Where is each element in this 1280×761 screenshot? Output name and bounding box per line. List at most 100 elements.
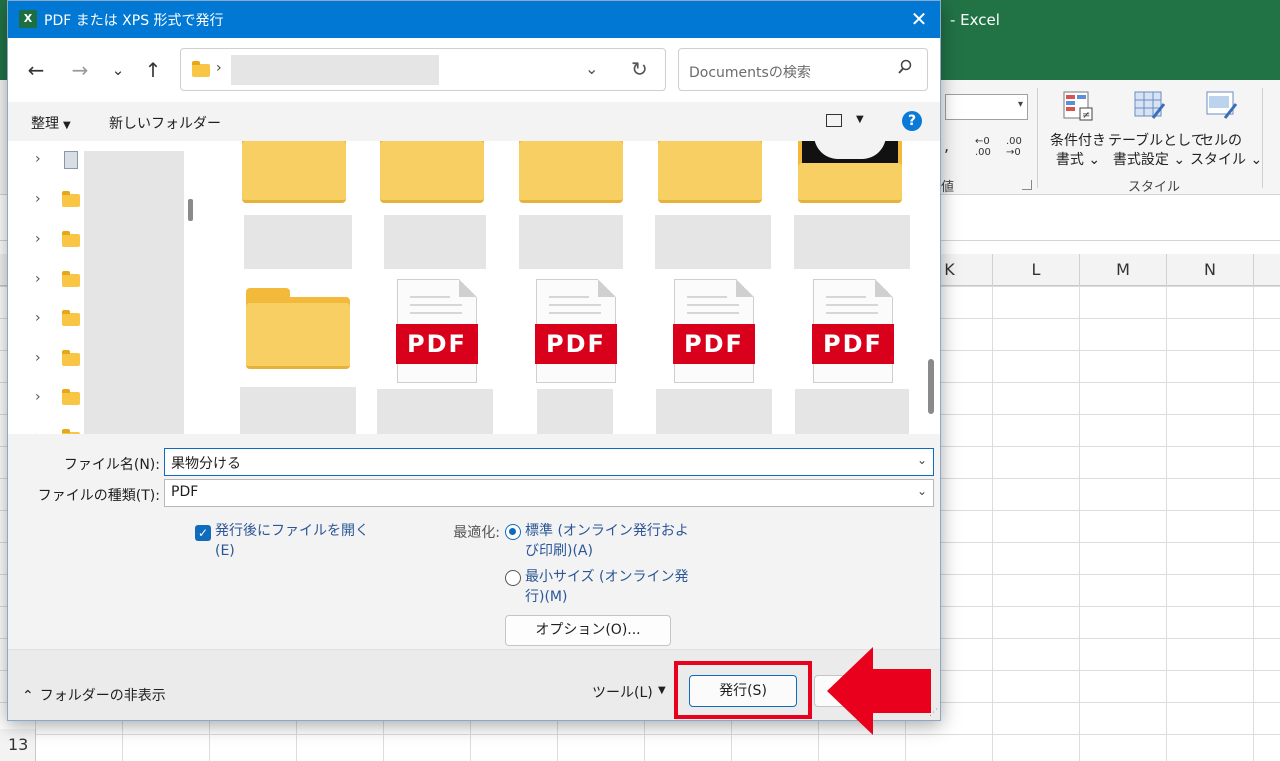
- filetype-select[interactable]: PDF ⌄: [164, 479, 934, 507]
- chevron-up-icon: ⌃: [22, 688, 34, 704]
- file-list-pane[interactable]: W W: [202, 141, 940, 434]
- pdf-file-item[interactable]: PDF: [516, 279, 632, 434]
- expand-chevron-icon[interactable]: ›: [35, 231, 41, 247]
- excel-app-name: - Excel: [950, 11, 1000, 29]
- expand-chevron-icon[interactable]: ›: [35, 271, 41, 287]
- folder-item[interactable]: [648, 141, 771, 271]
- expand-chevron-icon[interactable]: ›: [35, 191, 41, 207]
- tools-menu[interactable]: ツール(L): [592, 682, 653, 702]
- pdf-icon: PDF: [673, 279, 755, 383]
- column-header-n[interactable]: N: [1167, 254, 1254, 286]
- forward-arrow-icon[interactable]: →: [66, 56, 94, 84]
- filename-dropdown-chevron-icon[interactable]: ⌄: [917, 453, 927, 467]
- pdf-label: PDF: [535, 324, 617, 364]
- cell-styles-label-1: セルの: [1200, 133, 1242, 149]
- pdf-label: PDF: [673, 324, 755, 364]
- format-as-table-button[interactable]: テーブルとして 書式設定 ⌄: [1108, 88, 1205, 170]
- text-line: [549, 296, 589, 298]
- text-line: [826, 312, 878, 314]
- pdf-label: PDF: [396, 324, 478, 364]
- document-icon: [64, 151, 78, 169]
- column-header-l[interactable]: L: [993, 254, 1080, 286]
- number-group-launcher-icon[interactable]: [1022, 180, 1032, 190]
- optimize-minimum-label-2[interactable]: 行)(M): [525, 587, 567, 607]
- open-after-publish-label-1[interactable]: 発行後にファイルを開く: [215, 521, 369, 541]
- folder-icon: [62, 231, 80, 247]
- search-icon[interactable]: [897, 59, 913, 75]
- close-icon[interactable]: ✕: [906, 6, 932, 32]
- conditional-formatting-button[interactable]: ≠ 条件付き 書式 ⌄: [1048, 88, 1108, 170]
- conditional-formatting-label-1: 条件付き: [1050, 133, 1106, 149]
- back-arrow-icon[interactable]: ←: [22, 56, 50, 84]
- tree-labels-redacted: [84, 151, 184, 434]
- expand-chevron-icon[interactable]: ›: [35, 389, 41, 405]
- refresh-icon[interactable]: ↻: [631, 57, 648, 81]
- folder-icon: [62, 350, 80, 366]
- navigation-pane[interactable]: › › › › › › › ›: [8, 141, 202, 434]
- folder-item[interactable]: [509, 141, 625, 271]
- pdf-file-item[interactable]: PDF: [793, 279, 909, 434]
- help-icon[interactable]: ?: [902, 111, 922, 131]
- address-bar[interactable]: › ⌄ ↻: [180, 48, 666, 91]
- organize-menu[interactable]: 整理 ▼: [31, 113, 71, 133]
- comma-style-button[interactable]: ,: [944, 136, 949, 155]
- expand-chevron-icon[interactable]: ›: [35, 310, 41, 326]
- options-button[interactable]: オプション(O)...: [505, 615, 671, 646]
- optimize-standard-label-2[interactable]: び印刷)(A): [525, 541, 593, 561]
- address-dropdown-chevron-icon[interactable]: ⌄: [585, 59, 598, 78]
- page-fold: [459, 279, 477, 297]
- file-pane-scrollbar[interactable]: [928, 359, 934, 414]
- ribbon-separator: [1262, 88, 1263, 188]
- up-arrow-icon[interactable]: ↑: [139, 56, 167, 84]
- tools-caret-down-icon[interactable]: ▼: [658, 685, 666, 696]
- publish-button[interactable]: 発行(S): [689, 675, 797, 707]
- search-box[interactable]: Documentsの検索: [678, 48, 928, 91]
- text-line: [687, 304, 739, 306]
- recent-locations-chevron-icon[interactable]: ⌄: [104, 56, 132, 84]
- new-folder-button[interactable]: 新しいフォルダー: [109, 113, 221, 133]
- optimize-standard-radio[interactable]: [505, 524, 521, 540]
- expand-chevron-icon[interactable]: ›: [35, 151, 41, 167]
- filename-redacted: [244, 215, 352, 269]
- hide-folders-label: フォルダーの非表示: [39, 688, 166, 704]
- dialog-toolbar: 整理 ▼ 新しいフォルダー ▼ ?: [8, 102, 940, 141]
- folder-front: [380, 141, 484, 203]
- filetype-dropdown-chevron-icon[interactable]: ⌄: [917, 484, 927, 498]
- optimize-minimum-label-1[interactable]: 最小サイズ (オンライン発: [525, 567, 689, 587]
- filename-redacted: [795, 389, 909, 434]
- folder-item[interactable]: W: [232, 141, 352, 271]
- pdf-file-item[interactable]: PDF: [377, 279, 493, 434]
- svg-text:≠: ≠: [1082, 110, 1090, 121]
- hide-folders-toggle[interactable]: ⌃ フォルダーの非表示: [22, 685, 166, 705]
- view-caret-down-icon[interactable]: ▼: [856, 114, 864, 125]
- filetype-label: ファイルの種類(T):: [37, 488, 160, 504]
- filename-label: ファイル名(N):: [63, 457, 160, 473]
- format-as-table-label-2: 書式設定 ⌄: [1112, 152, 1186, 168]
- nav-pane-scrollbar[interactable]: [188, 199, 193, 221]
- expand-chevron-icon[interactable]: ›: [35, 350, 41, 366]
- folder-item[interactable]: [236, 287, 356, 434]
- number-group-label: 値: [941, 180, 955, 195]
- text-line: [549, 304, 601, 306]
- increase-decimal-button[interactable]: ←0 .00: [975, 136, 995, 158]
- dialog-footer: ⌃ フォルダーの非表示 ツール(L) ▼ 発行(S) ⋰: [8, 649, 940, 720]
- optimize-label: 最適化:: [453, 525, 500, 541]
- filename-input[interactable]: 果物分ける ⌄: [164, 448, 934, 476]
- optimize-minimum-radio[interactable]: [505, 570, 521, 586]
- row-header-13[interactable]: 13: [0, 729, 36, 761]
- number-format-dropdown[interactable]: ▾: [945, 94, 1028, 120]
- folder-item[interactable]: W: [370, 141, 486, 271]
- styles-group-label: スタイル: [1128, 180, 1181, 195]
- decrease-decimal-button[interactable]: .00 →0: [1006, 136, 1028, 158]
- cell-styles-button[interactable]: セルの スタイル ⌄: [1190, 88, 1262, 170]
- view-mode-icon[interactable]: [826, 114, 842, 127]
- column-header-m[interactable]: M: [1080, 254, 1167, 286]
- folder-item[interactable]: [788, 141, 910, 271]
- format-as-table-label-1: テーブルとして: [1108, 133, 1205, 149]
- pdf-file-item[interactable]: PDF: [654, 279, 772, 434]
- folder-front: [246, 303, 350, 369]
- open-after-publish-label-2[interactable]: (E): [215, 541, 235, 561]
- optimize-standard-label-1[interactable]: 標準 (オンライン発行およ: [525, 521, 689, 541]
- open-after-publish-checkbox[interactable]: ✓: [195, 525, 211, 541]
- conditional-formatting-label-2: 書式 ⌄: [1055, 152, 1101, 168]
